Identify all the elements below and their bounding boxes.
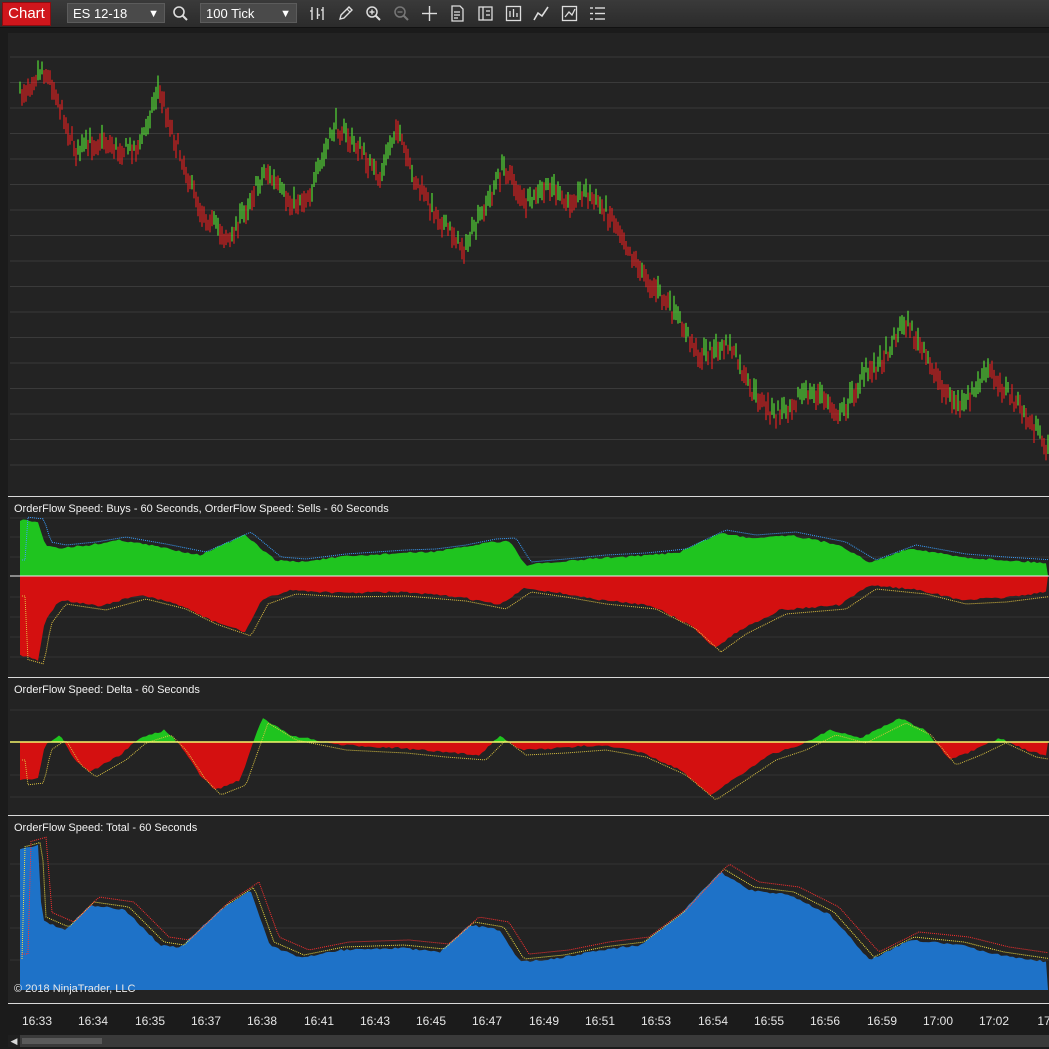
time-tick-label: 16:45 bbox=[415, 1014, 447, 1028]
time-tick-label: 16:55 bbox=[753, 1014, 785, 1028]
time-tick-label: 16:38 bbox=[246, 1014, 278, 1028]
time-tick-label: 16:49 bbox=[528, 1014, 560, 1028]
time-tick-label: 17:00 bbox=[922, 1014, 954, 1028]
time-tick-label: 16:47 bbox=[471, 1014, 503, 1028]
total-area bbox=[20, 844, 1048, 990]
time-axis[interactable]: 16:33 16:34 16:35 16:37 16:38 16:41 16:43 16:45… bbox=[0, 1004, 1049, 1034]
time-tick-label: 16:51 bbox=[584, 1014, 616, 1028]
time-tick-label: 16:54 bbox=[697, 1014, 729, 1028]
time-tick-label: 17:02 bbox=[978, 1014, 1010, 1028]
sells-area bbox=[20, 576, 1048, 661]
delta-panel-title: OrderFlow Speed: Delta - 60 Seconds bbox=[14, 684, 200, 696]
panel-divider bbox=[8, 496, 1049, 497]
time-tick-label: 16:41 bbox=[303, 1014, 335, 1028]
copyright-text: © 2018 NinjaTrader, LLC bbox=[14, 983, 136, 995]
time-tick-label: 16:35 bbox=[134, 1014, 166, 1028]
horizontal-scrollbar[interactable] bbox=[8, 1035, 1049, 1047]
total-panel-title: OrderFlow Speed: Total - 60 Seconds bbox=[14, 822, 198, 834]
time-tick-label: 16:53 bbox=[640, 1014, 672, 1028]
panel-divider bbox=[8, 815, 1049, 816]
time-tick-label: 16:33 bbox=[21, 1014, 53, 1028]
buys-area bbox=[20, 519, 1048, 576]
panel-divider bbox=[8, 677, 1049, 678]
scroll-left-icon[interactable]: ◀ bbox=[8, 1035, 20, 1047]
time-tick-label: 16:34 bbox=[77, 1014, 109, 1028]
chart-plot[interactable] bbox=[0, 0, 1049, 1049]
delta-positive-area bbox=[20, 718, 1048, 742]
time-tick-label: 17 bbox=[1037, 1014, 1049, 1028]
time-tick-label: 16:59 bbox=[866, 1014, 898, 1028]
time-tick-label: 16:56 bbox=[809, 1014, 841, 1028]
scrollbar-thumb[interactable] bbox=[22, 1038, 102, 1044]
time-tick-label: 16:37 bbox=[190, 1014, 222, 1028]
time-tick-label: 16:43 bbox=[359, 1014, 391, 1028]
total-ma-line bbox=[21, 841, 1049, 960]
buys-sells-panel-title: OrderFlow Speed: Buys - 60 Seconds, Orde… bbox=[14, 503, 389, 515]
